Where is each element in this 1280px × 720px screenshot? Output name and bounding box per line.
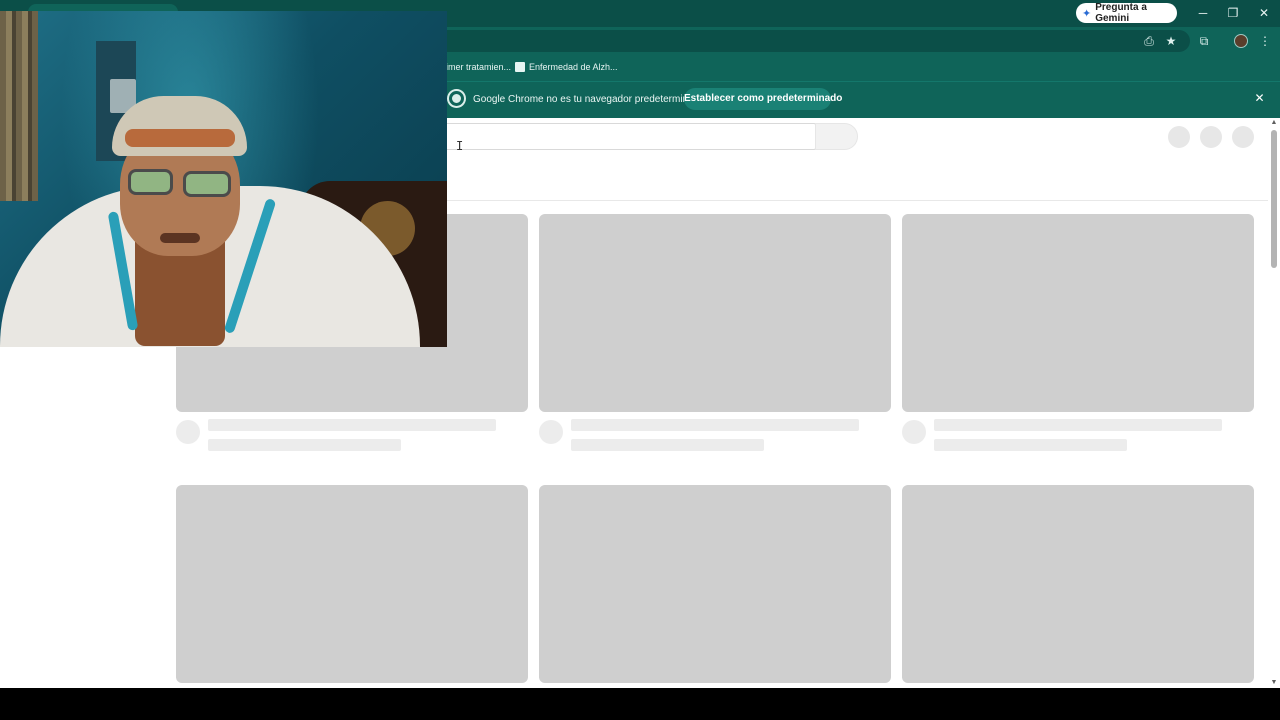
ask-gemini-button[interactable]: ✦ Pregunta a Gemini xyxy=(1076,2,1177,24)
bookmark-star-icon[interactable]: ★ xyxy=(1163,33,1179,49)
bookmark-item[interactable]: Enfermedad de Alzh... xyxy=(515,62,618,72)
header-icon-skeleton xyxy=(1232,126,1254,148)
webcam-overlay xyxy=(0,11,447,347)
infobar-message: Google Chrome no es tu navegador predete… xyxy=(473,94,705,105)
scroll-thumb[interactable] xyxy=(1271,130,1277,268)
header-icon-skeleton xyxy=(1168,126,1190,148)
title-line-skeleton xyxy=(571,419,859,431)
channel-avatar-skeleton xyxy=(539,420,563,444)
video-thumbnail-skeleton[interactable] xyxy=(902,485,1254,683)
close-window-button[interactable]: ✕ xyxy=(1253,4,1275,22)
bookmark-label: imer tratamien... xyxy=(446,62,512,72)
bookmark-item[interactable]: imer tratamien... xyxy=(446,62,511,72)
meta-line-skeleton xyxy=(571,439,764,451)
restore-button[interactable]: ❐ xyxy=(1222,4,1244,22)
curtain xyxy=(0,11,38,201)
bookmark-label: Enfermedad de Alzh... xyxy=(529,62,618,72)
menu-icon[interactable]: ⋮ xyxy=(1257,33,1273,49)
channel-avatar-skeleton xyxy=(176,420,200,444)
scroll-down-icon[interactable]: ▼ xyxy=(1268,678,1280,688)
page-scrollbar[interactable]: ▲ ▼ xyxy=(1268,118,1280,688)
channel-avatar-skeleton xyxy=(902,420,926,444)
video-thumbnail-skeleton[interactable] xyxy=(902,214,1254,412)
bottom-black-bar xyxy=(0,688,1280,720)
title-line-skeleton xyxy=(934,419,1222,431)
glasses xyxy=(128,169,173,195)
scroll-up-icon[interactable]: ▲ xyxy=(1268,118,1280,128)
meta-line-skeleton xyxy=(208,439,401,451)
profile-avatar[interactable] xyxy=(1234,34,1248,48)
video-thumbnail-skeleton[interactable] xyxy=(539,485,891,683)
bookmark-favicon-icon xyxy=(515,62,525,72)
search-button-skeleton[interactable] xyxy=(815,123,858,150)
set-default-button[interactable]: Establecer como predeterminado xyxy=(684,88,842,110)
infobar-close-icon[interactable]: ✕ xyxy=(1252,91,1267,106)
minimize-button[interactable]: ─ xyxy=(1192,4,1214,22)
gemini-sparkle-icon: ✦ xyxy=(1082,7,1092,20)
meta-line-skeleton xyxy=(934,439,1127,451)
video-thumbnail-skeleton[interactable] xyxy=(539,214,891,412)
ask-gemini-label: Pregunta a Gemini xyxy=(1095,2,1147,24)
chrome-logo-icon xyxy=(449,91,464,106)
title-line-skeleton xyxy=(208,419,496,431)
install-app-icon[interactable]: ⎙ xyxy=(1141,33,1157,49)
video-thumbnail-skeleton[interactable] xyxy=(176,485,528,683)
extensions-icon[interactable]: ⧉ xyxy=(1196,33,1212,49)
header-icon-skeleton xyxy=(1200,126,1222,148)
text-cursor-icon: I xyxy=(456,139,464,153)
